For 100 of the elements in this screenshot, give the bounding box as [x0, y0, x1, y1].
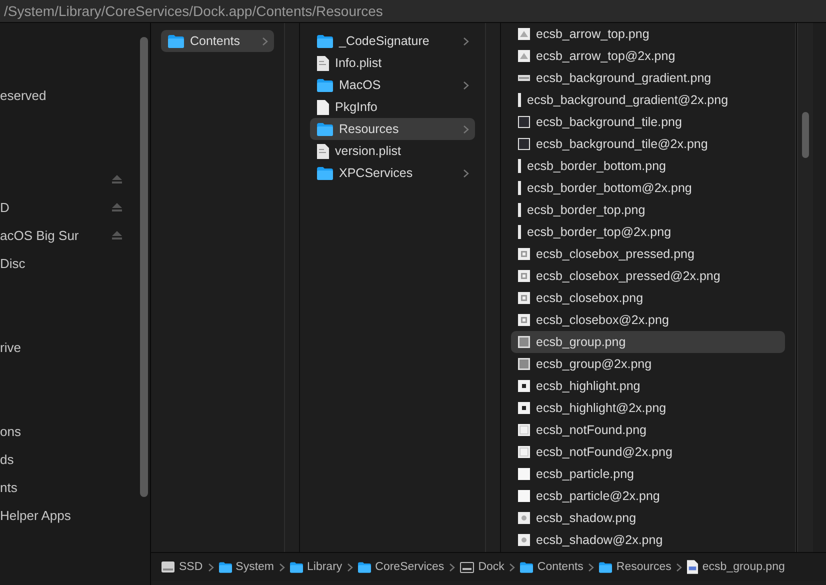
- bar-thumbnail-icon: [518, 181, 521, 195]
- closebox-thumbnail-icon: [518, 248, 530, 260]
- bar-thumbnail-icon: [518, 93, 521, 107]
- file-row[interactable]: PkgInfo: [310, 96, 475, 118]
- file-row[interactable]: ecsb_shadow.png: [511, 507, 785, 529]
- square-thumbnail-icon: [518, 138, 530, 150]
- sidebar-item[interactable]: eserved: [0, 88, 46, 102]
- file-row[interactable]: Resources: [310, 118, 475, 140]
- file-row[interactable]: ecsb_border_bottom.png: [511, 155, 785, 177]
- folder-icon: [168, 34, 184, 48]
- chevron-icon: [208, 562, 214, 572]
- file-row[interactable]: ecsb_closebox.png: [511, 287, 785, 309]
- sidebar-item[interactable]: D: [0, 200, 10, 214]
- path-item[interactable]: Contents: [537, 561, 584, 573]
- file-row[interactable]: ecsb_arrow_top@2x.png: [511, 45, 785, 67]
- document-icon: [317, 144, 329, 158]
- shadow-thumbnail-icon: [518, 512, 530, 524]
- folder-icon: [317, 166, 333, 180]
- chevron-icon: [449, 562, 456, 572]
- file-row[interactable]: ecsb_background_gradient.png: [511, 67, 785, 89]
- question-thumbnail-icon: [518, 446, 530, 458]
- chevron-icon: [463, 80, 469, 90]
- sidebar-item[interactable]: acOS Big Sur: [0, 228, 79, 242]
- sidebar-item[interactable]: nts: [0, 480, 18, 494]
- eject-icon[interactable]: [112, 202, 122, 212]
- document-icon: [317, 56, 329, 70]
- file-row[interactable]: ecsb_highlight.png: [511, 375, 785, 397]
- folder-icon: [317, 122, 333, 136]
- folder-icon: [317, 78, 333, 92]
- file-row[interactable]: ecsb_background_tile@2x.png: [511, 133, 785, 155]
- path-item[interactable]: Dock: [478, 561, 504, 573]
- sidebar-item[interactable]: ons: [0, 424, 21, 438]
- file-row[interactable]: _CodeSignature: [310, 30, 475, 52]
- sidebar-item[interactable]: ds: [0, 452, 14, 466]
- file-row[interactable]: ecsb_particle@2x.png: [511, 485, 785, 507]
- plain-square-thumbnail-icon: [518, 468, 530, 480]
- folder-icon: [599, 562, 612, 572]
- file-row[interactable]: ecsb_border_top.png: [511, 199, 785, 221]
- file-row[interactable]: ecsb_particle.png: [511, 463, 785, 485]
- file-row[interactable]: XPCServices: [310, 162, 475, 184]
- folder-icon: [317, 34, 333, 48]
- folder-icon: [520, 562, 534, 572]
- file-row[interactable]: ecsb_group@2x.png: [511, 353, 785, 375]
- file-row[interactable]: ecsb_shadow@2x.png: [511, 529, 785, 551]
- file-row[interactable]: ecsb_closebox_pressed@2x.png: [511, 265, 785, 287]
- arrow-thumbnail-icon: [518, 50, 530, 62]
- file-row[interactable]: ecsb_background_tile.png: [511, 111, 785, 133]
- dot-thumbnail-icon: [518, 380, 530, 392]
- chevron-icon: [588, 562, 594, 572]
- path-item[interactable]: Library: [307, 561, 342, 573]
- chevron-icon: [262, 36, 268, 46]
- window-icon: [460, 562, 474, 572]
- folder-icon: [218, 562, 232, 572]
- folder-icon: [290, 562, 303, 572]
- scrollbar-thumb[interactable]: [802, 112, 809, 158]
- file-row[interactable]: ecsb_group.png: [511, 331, 785, 353]
- document-icon: [687, 560, 698, 574]
- file-row[interactable]: version.plist: [310, 140, 475, 162]
- sidebar-item[interactable]: Helper Apps: [0, 508, 71, 522]
- file-row[interactable]: MacOS: [310, 74, 475, 96]
- eject-icon[interactable]: [112, 174, 122, 184]
- file-row[interactable]: ecsb_closebox_pressed.png: [511, 243, 785, 265]
- closebox-thumbnail-icon: [518, 292, 530, 304]
- file-row[interactable]: ecsb_arrow_top.png: [511, 23, 785, 45]
- file-row[interactable]: ecsb_notFound.png: [511, 419, 785, 441]
- filled-square-thumbnail-icon: [518, 358, 530, 370]
- path-item[interactable]: ecsb_group.png: [702, 561, 785, 573]
- bar-thumbnail-icon: [518, 203, 521, 217]
- closebox-thumbnail-icon: [518, 314, 530, 326]
- file-row[interactable]: Contents: [161, 30, 274, 52]
- folder-icon: [358, 562, 372, 572]
- sidebar-item[interactable]: Disc: [0, 256, 26, 270]
- path-item[interactable]: System: [236, 561, 274, 573]
- window-title: /System/Library/CoreServices/Dock.app/Contents/Resources: [4, 3, 383, 19]
- eject-icon[interactable]: [112, 230, 122, 240]
- arrow-thumbnail-icon: [518, 28, 530, 40]
- chevron-icon: [463, 36, 469, 46]
- file-row[interactable]: ecsb_border_top@2x.png: [511, 221, 785, 243]
- file-row[interactable]: ecsb_closebox@2x.png: [511, 309, 785, 331]
- dot-thumbnail-icon: [518, 402, 530, 414]
- filled-square-thumbnail-icon: [518, 336, 530, 348]
- file-row[interactable]: ecsb_notFound@2x.png: [511, 441, 785, 463]
- file-row[interactable]: Info.plist: [310, 52, 475, 74]
- gradient-thumbnail-icon: [518, 72, 530, 84]
- file-row[interactable]: ecsb_background_gradient@2x.png: [511, 89, 785, 111]
- file-row[interactable]: ecsb_border_bottom@2x.png: [511, 177, 785, 199]
- shadow-thumbnail-icon: [518, 534, 530, 546]
- path-item[interactable]: Resources: [616, 561, 672, 573]
- chevron-icon: [463, 168, 469, 178]
- path-item[interactable]: SSD: [179, 561, 203, 573]
- sidebar-item[interactable]: rive: [0, 340, 21, 354]
- square-thumbnail-icon: [518, 116, 530, 128]
- chevron-icon: [463, 124, 469, 134]
- file-row[interactable]: ecsb_highlight@2x.png: [511, 397, 785, 419]
- chevron-icon: [676, 562, 682, 572]
- path-item[interactable]: CoreServices: [375, 561, 444, 573]
- bar-thumbnail-icon: [518, 159, 521, 173]
- scrollbar-thumb[interactable]: [140, 37, 148, 497]
- chevron-icon: [279, 562, 285, 572]
- chevron-icon: [347, 562, 354, 572]
